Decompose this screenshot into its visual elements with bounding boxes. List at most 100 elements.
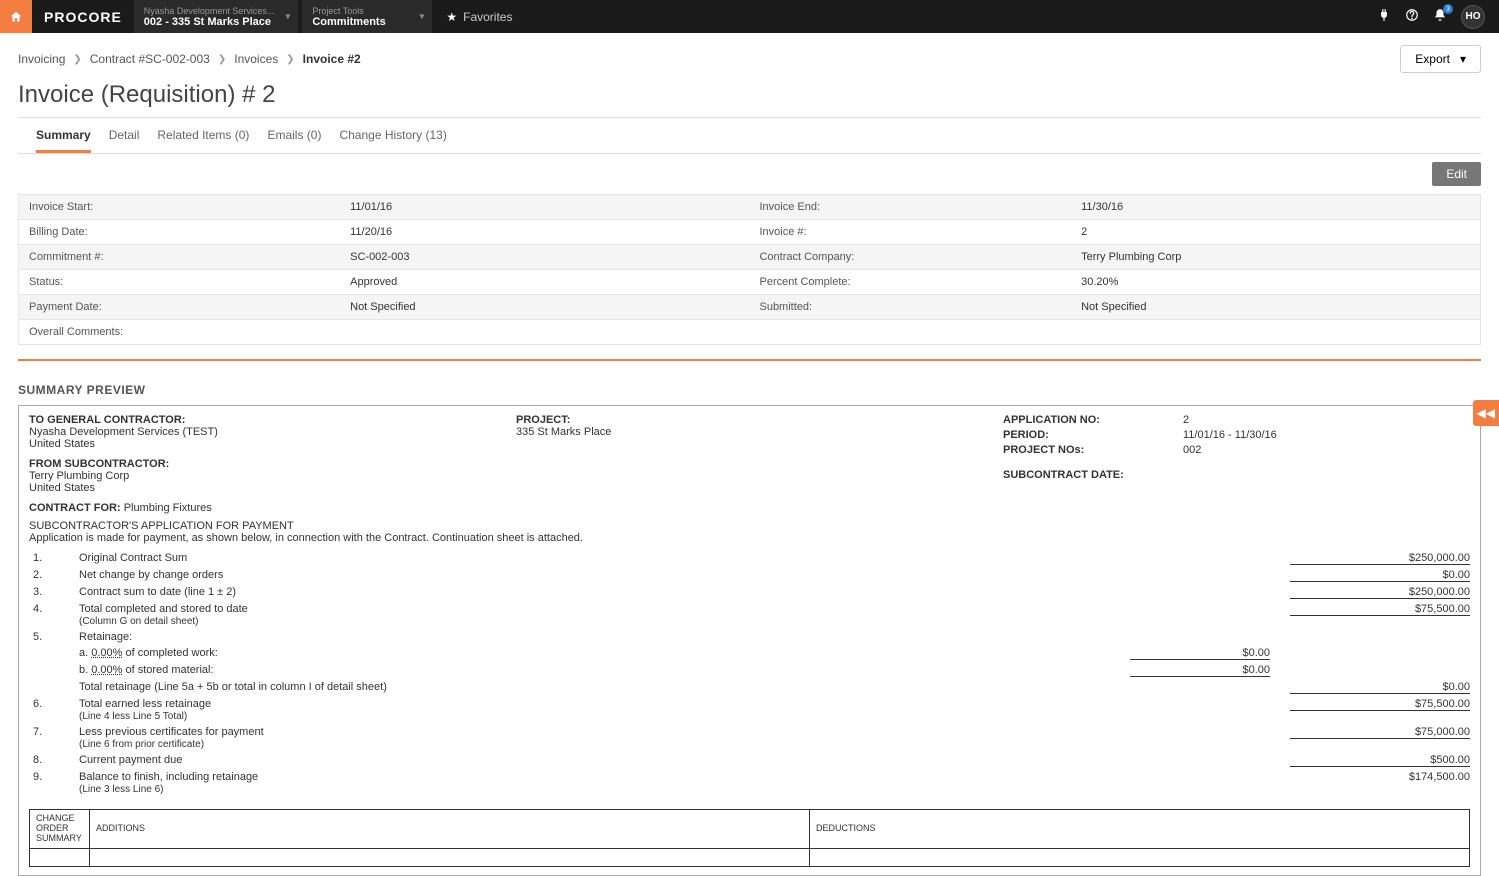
app-pay-note: Application is made for payment, as show…: [29, 532, 1470, 544]
pay-line-9: 9. Balance to finish, including retainag…: [29, 769, 1470, 797]
invoice-num-label: Invoice #:: [749, 220, 1071, 245]
chevron-left-icon: ◀◀: [1477, 406, 1495, 420]
tab-change-history[interactable]: Change History (13): [339, 128, 446, 153]
line5a-amount: $0.00: [1130, 647, 1270, 660]
plug-icon[interactable]: [1377, 8, 1391, 25]
pay-line-5: 5. Retainage:: [29, 629, 1470, 645]
summary-preview-header: SUMMARY PREVIEW: [0, 375, 1499, 405]
chevron-right-icon: ❯: [286, 54, 294, 65]
home-icon: [9, 10, 23, 24]
tools-selector-subtitle: Project Tools: [312, 6, 408, 16]
co-deductions-header: DEDUCTIONS: [810, 810, 1470, 849]
table-row: Commitment #: SC-002-003 Contract Compan…: [19, 245, 1481, 270]
favorites-link[interactable]: ★ Favorites: [436, 0, 522, 33]
from-sub-label: FROM SUBCONTRACTOR:: [29, 458, 496, 470]
project-selector-subtitle: Nyasha Development Services...: [144, 6, 275, 16]
favorites-label: Favorites: [463, 10, 512, 24]
subcon-date-value: [1183, 469, 1470, 481]
co-additions-header: ADDITIONS: [90, 810, 810, 849]
topbar: PROCORE Nyasha Development Services... 0…: [0, 0, 1499, 33]
title-wrap: Invoice (Requisition) # 2: [18, 81, 1481, 118]
payment-date-value: Not Specified: [340, 295, 749, 320]
app-no-label: APPLICATION NO:: [1003, 414, 1183, 426]
line5b-amount: $0.00: [1130, 664, 1270, 677]
line4-amount: $75,500.00: [1290, 603, 1470, 616]
invoice-start-label: Invoice Start:: [19, 195, 341, 220]
breadcrumb-current: Invoice #2: [303, 52, 361, 66]
pay-line-3: 3. Contract sum to date (line 1 ± 2) $25…: [29, 584, 1470, 601]
page-title: Invoice (Requisition) # 2: [18, 81, 1481, 117]
edit-row: Edit: [0, 154, 1499, 194]
table-row: Overall Comments:: [19, 320, 1481, 345]
home-button[interactable]: [0, 0, 32, 33]
head-col-left: TO GENERAL CONTRACTOR: Nyasha Developmen…: [29, 414, 496, 494]
export-label: Export: [1415, 52, 1450, 66]
contract-for-row: CONTRACT FOR: Plumbing Fixtures: [29, 502, 1470, 514]
breadcrumb-invoices[interactable]: Invoices: [234, 52, 278, 66]
company-value: Terry Plumbing Corp: [1071, 245, 1480, 270]
payment-date-label: Payment Date:: [19, 295, 341, 320]
project-name: 335 St Marks Place: [516, 426, 983, 438]
invoice-info-table: Invoice Start: 11/01/16 Invoice End: 11/…: [18, 194, 1481, 345]
chevron-right-icon: ❯: [73, 54, 81, 65]
breadcrumb-contract[interactable]: Contract #SC-002-003: [90, 52, 210, 66]
pay-line-1: 1. Original Contract Sum $250,000.00: [29, 550, 1470, 567]
to-gc-label: TO GENERAL CONTRACTOR:: [29, 414, 496, 426]
status-value: Approved: [340, 270, 749, 295]
summary-preview-box: TO GENERAL CONTRACTOR: Nyasha Developmen…: [18, 405, 1481, 876]
side-collapse-tab[interactable]: ◀◀: [1473, 400, 1499, 426]
table-row: Status: Approved Percent Complete: 30.20…: [19, 270, 1481, 295]
table-row: Invoice Start: 11/01/16 Invoice End: 11/…: [19, 195, 1481, 220]
tools-selector[interactable]: Project Tools Commitments: [302, 0, 432, 33]
tab-related-items[interactable]: Related Items (0): [157, 128, 249, 153]
to-gc-country: United States: [29, 438, 496, 450]
pay-line-4: 4. Total completed and stored to date(Co…: [29, 601, 1470, 629]
chevron-right-icon: ❯: [218, 54, 226, 65]
tools-selector-title: Commitments: [312, 16, 408, 28]
line5tot-amount: $0.00: [1290, 681, 1470, 694]
commitment-value: SC-002-003: [340, 245, 749, 270]
app-pay-section: SUBCONTRACTOR'S APPLICATION FOR PAYMENT …: [29, 520, 1470, 544]
pay-line-7: 7. Less previous certificates for paymen…: [29, 724, 1470, 752]
notification-badge: 3: [1443, 4, 1453, 14]
comments-value: [340, 320, 1480, 345]
tab-emails[interactable]: Emails (0): [267, 128, 321, 153]
notifications-icon[interactable]: 3: [1433, 8, 1447, 25]
invoice-end-label: Invoice End:: [749, 195, 1071, 220]
table-row: [30, 848, 1470, 866]
avatar[interactable]: HO: [1461, 5, 1485, 29]
chevron-down-icon: ▾: [1460, 52, 1466, 66]
project-selector[interactable]: Nyasha Development Services... 002 - 335…: [134, 0, 299, 33]
contract-for-label: CONTRACT FOR:: [29, 502, 121, 514]
to-gc-name: Nyasha Development Services (TEST): [29, 426, 496, 438]
export-button[interactable]: Export ▾: [1400, 45, 1481, 73]
help-icon[interactable]: [1405, 8, 1419, 25]
invoice-num-value: 2: [1071, 220, 1480, 245]
billing-date-value: 11/20/16: [340, 220, 749, 245]
summary-head: TO GENERAL CONTRACTOR: Nyasha Developmen…: [29, 414, 1470, 494]
line6-amount: $75,500.00: [1290, 698, 1470, 711]
invoice-start-value: 11/01/16: [340, 195, 749, 220]
breadcrumb-invoicing[interactable]: Invoicing: [18, 52, 65, 66]
tab-detail[interactable]: Detail: [109, 128, 140, 153]
edit-button[interactable]: Edit: [1432, 162, 1481, 186]
commitment-label: Commitment #:: [19, 245, 341, 270]
topbar-right: 3 HO: [1377, 0, 1499, 33]
invoice-end-value: 11/30/16: [1071, 195, 1480, 220]
from-sub-country: United States: [29, 482, 496, 494]
tab-summary[interactable]: Summary: [36, 128, 91, 153]
breadcrumb: Invoicing ❯ Contract #SC-002-003 ❯ Invoi…: [18, 52, 361, 66]
pay-line-5b: b. 0.00% of stored material: $0.00: [29, 662, 1470, 679]
app-pay-title: SUBCONTRACTOR'S APPLICATION FOR PAYMENT: [29, 520, 1470, 532]
project-selector-title: 002 - 335 St Marks Place: [144, 16, 275, 28]
payment-lines: 1. Original Contract Sum $250,000.00 2. …: [29, 550, 1470, 797]
period-value: 11/01/16 - 11/30/16: [1183, 429, 1470, 441]
line8-amount: $500.00: [1290, 754, 1470, 767]
percent-label: Percent Complete:: [749, 270, 1071, 295]
head-col-right: APPLICATION NO:2 PERIOD:11/01/16 - 11/30…: [1003, 414, 1470, 494]
co-summary-header: CHANGE ORDER SUMMARY: [30, 810, 90, 849]
pay-line-6: 6. Total earned less retainage(Line 4 le…: [29, 696, 1470, 724]
star-icon: ★: [446, 10, 457, 24]
divider: [18, 359, 1481, 361]
logo[interactable]: PROCORE: [32, 0, 134, 33]
